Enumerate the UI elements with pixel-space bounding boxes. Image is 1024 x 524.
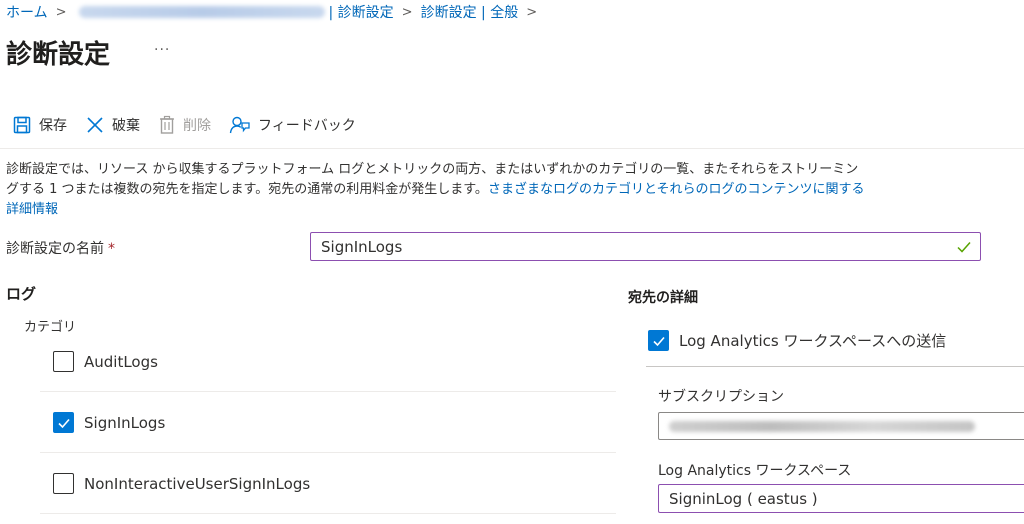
log-category-row-noninteractive: NonInteractiveUserSignInLogs — [40, 454, 616, 514]
chevron-right-icon: > — [55, 4, 67, 20]
signinlogs-label[interactable]: SignInLogs — [84, 414, 165, 432]
setting-name-field-wrapper — [310, 232, 981, 261]
discard-button[interactable]: 破棄 — [85, 115, 140, 135]
delete-button-label: 削除 — [183, 118, 211, 134]
auditlogs-label[interactable]: AuditLogs — [84, 353, 158, 371]
logs-heading: ログ — [6, 285, 37, 303]
breadcrumb: ホーム > | 診断設定 > 診断設定 | 全般 > — [6, 2, 545, 22]
noninteractive-checkbox[interactable] — [53, 473, 74, 494]
destination-heading: 宛先の詳細 — [628, 290, 698, 306]
breadcrumb-diagnostic-settings[interactable]: | 診断設定 — [329, 2, 394, 22]
breadcrumb-diagnostic-settings-general[interactable]: 診断設定 | 全般 — [421, 2, 519, 22]
destination-divider — [646, 366, 1024, 367]
log-analytics-checkbox[interactable] — [648, 330, 669, 351]
noninteractive-label[interactable]: NonInteractiveUserSignInLogs — [84, 475, 310, 493]
log-category-row-auditlogs: AuditLogs — [40, 332, 616, 392]
delete-button[interactable]: 削除 — [158, 115, 211, 135]
setting-name-label-text: 診断設定の名前 — [6, 241, 104, 257]
toolbar-divider — [0, 148, 1024, 149]
log-analytics-label[interactable]: Log Analytics ワークスペースへの送信 — [679, 330, 946, 351]
checkmark-icon — [57, 418, 70, 428]
feedback-icon — [229, 116, 250, 134]
checkmark-icon — [957, 242, 971, 253]
trash-icon — [160, 115, 174, 134]
breadcrumb-home[interactable]: ホーム — [6, 2, 48, 22]
log-category-row-signinlogs: SignInLogs — [40, 393, 616, 453]
more-options-button[interactable]: ··· — [154, 42, 170, 58]
command-bar: 保存 破棄 削除 フィードバック — [12, 112, 374, 138]
setting-name-label: 診断設定の名前 * — [6, 238, 115, 258]
feedback-button-label: フィードバック — [258, 118, 356, 134]
save-button-label: 保存 — [39, 118, 67, 134]
save-button[interactable]: 保存 — [12, 115, 67, 135]
workspace-label: Log Analytics ワークスペース — [658, 463, 852, 479]
workspace-dropdown[interactable]: SigninLog ( eastus ) — [658, 484, 1024, 513]
subscription-value-redacted — [669, 420, 975, 432]
save-icon — [13, 116, 31, 134]
chevron-right-icon: > — [526, 4, 538, 20]
auditlogs-checkbox[interactable] — [53, 351, 74, 372]
setting-name-input[interactable] — [311, 233, 980, 260]
close-icon — [87, 117, 103, 133]
subscription-dropdown[interactable] — [658, 412, 1024, 440]
chevron-right-icon: > — [401, 4, 413, 20]
log-analytics-option: Log Analytics ワークスペースへの送信 — [648, 330, 946, 351]
required-mark: * — [108, 241, 115, 257]
page-title: 診断設定 — [6, 40, 111, 70]
signinlogs-checkbox[interactable] — [53, 412, 74, 433]
subscription-label: サブスクリプション — [658, 389, 784, 405]
checkmark-icon — [652, 336, 665, 346]
feedback-button[interactable]: フィードバック — [229, 115, 356, 135]
breadcrumb-resource-redacted[interactable] — [78, 6, 325, 18]
workspace-value: SigninLog ( eastus ) — [669, 489, 818, 508]
discard-button-label: 破棄 — [112, 118, 140, 134]
description-text: 診断設定では、リソース から収集するプラットフォーム ログとメトリックの両方、ま… — [6, 160, 866, 220]
